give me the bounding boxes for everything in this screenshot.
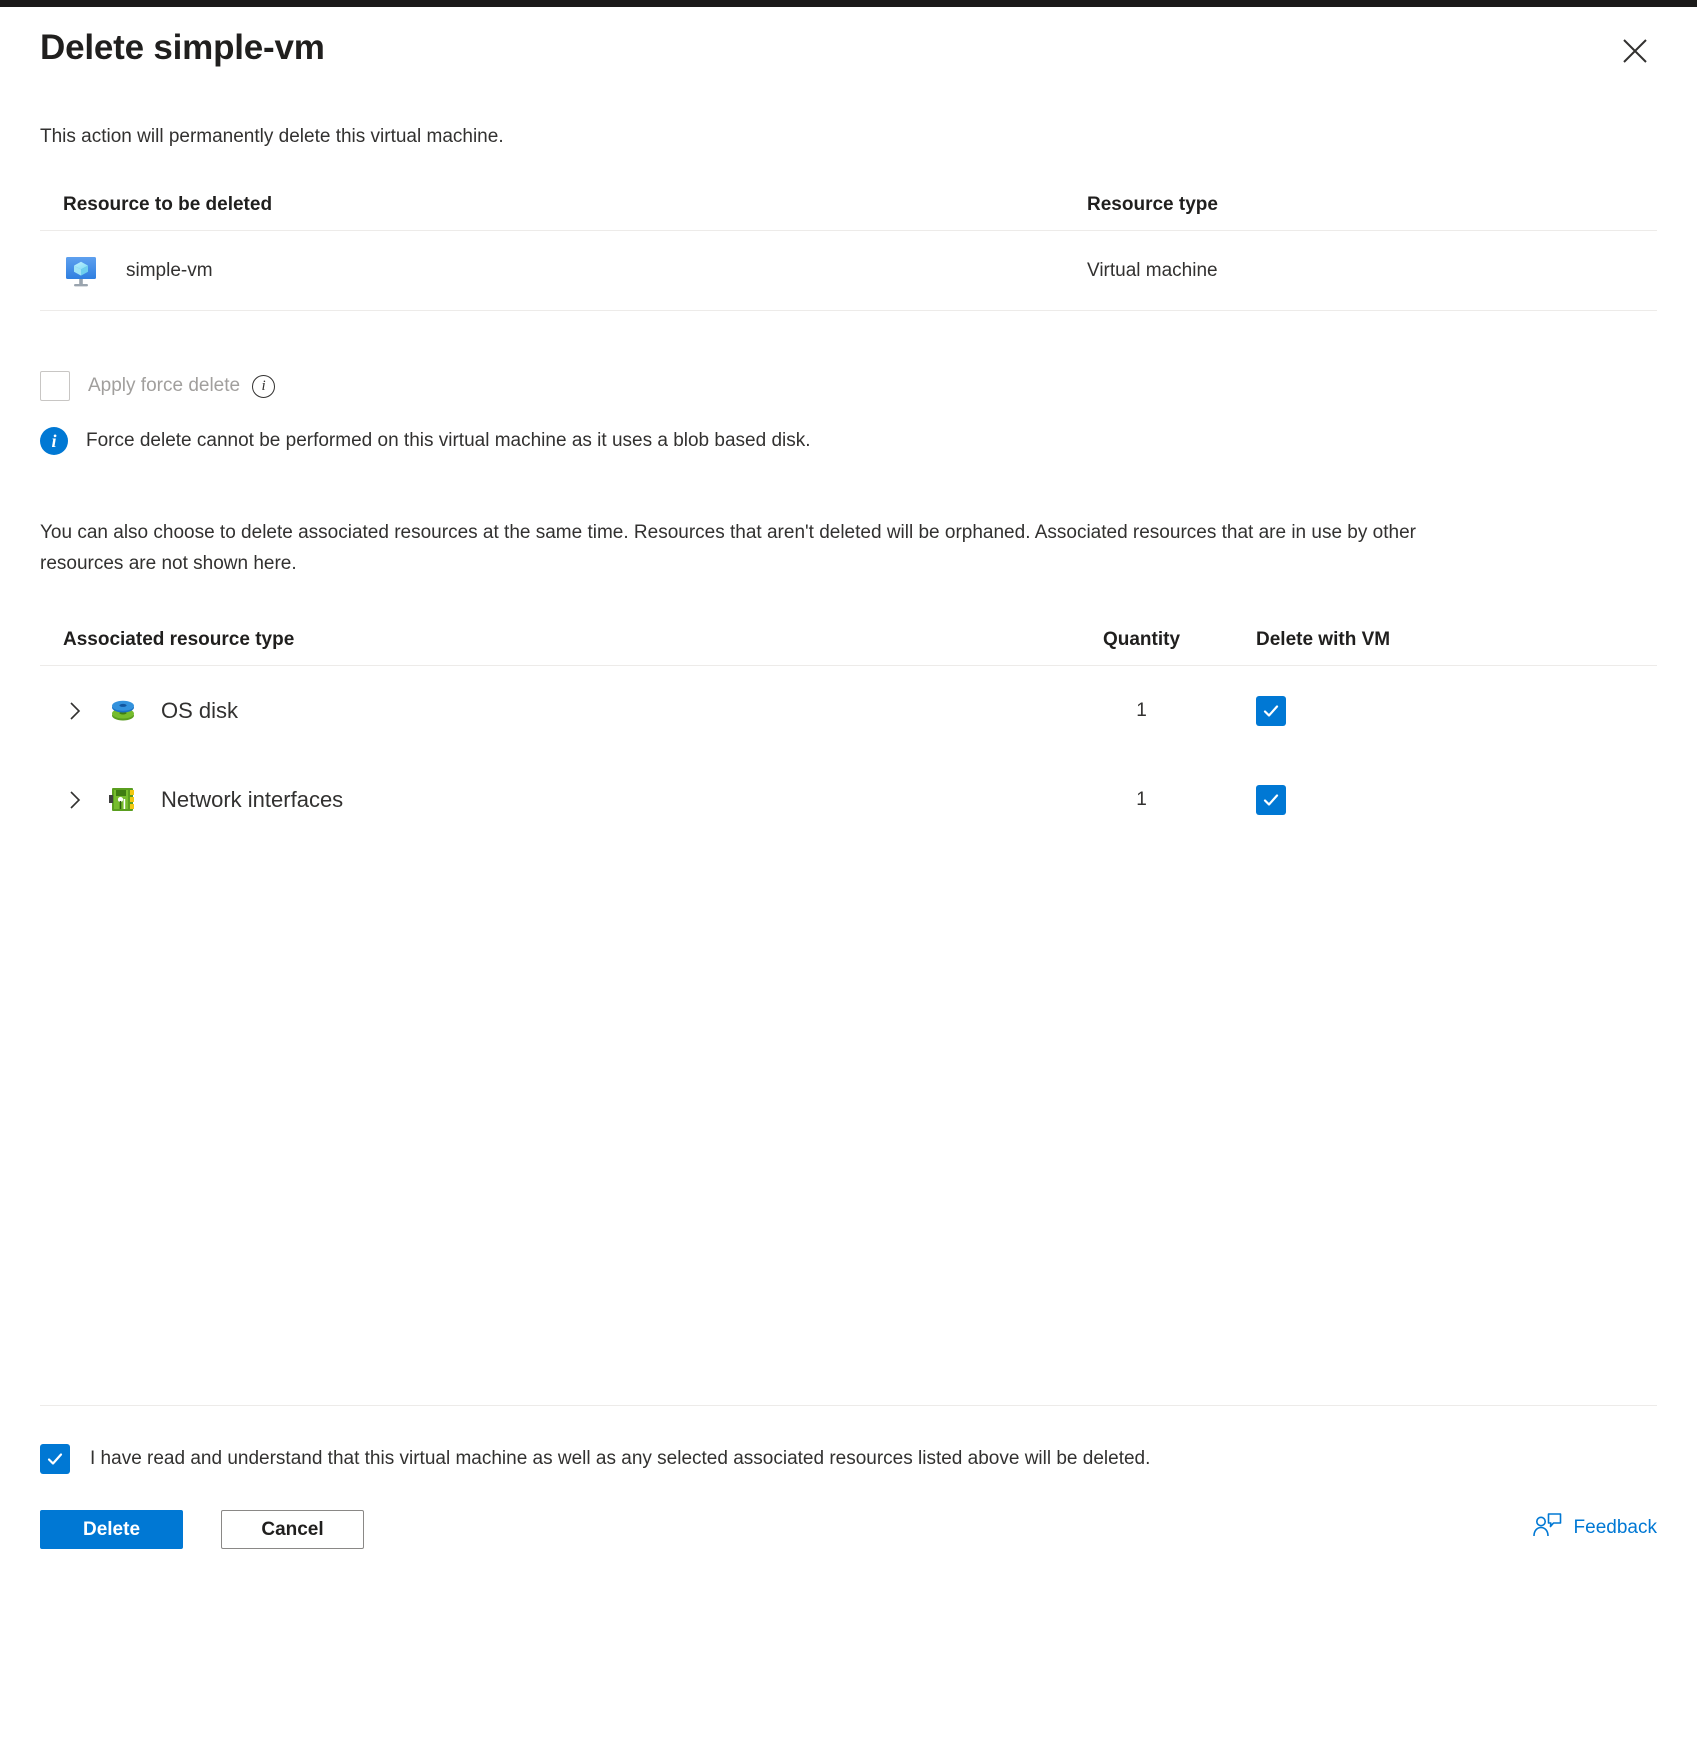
apply-force-delete-row: Apply force delete i xyxy=(40,371,1697,401)
associated-type-cell: OS disk xyxy=(40,693,1060,729)
acknowledgement-label: I have read and understand that this vir… xyxy=(90,1448,1151,1469)
delete-with-vm-cell xyxy=(1223,784,1657,815)
window-top-bar xyxy=(0,0,1697,7)
associated-type-label: Network interfaces xyxy=(161,786,344,812)
quantity-value: 1 xyxy=(1136,788,1147,810)
info-filled-icon: i xyxy=(40,427,68,455)
column-header-resource-type: Resource type xyxy=(1087,194,1218,215)
column-header-resource-name: Resource to be deleted xyxy=(63,194,273,215)
resource-name-cell: simple-vm xyxy=(40,253,1087,289)
column-header-delete-with-vm: Delete with VM xyxy=(1256,629,1391,650)
cancel-button[interactable]: Cancel xyxy=(221,1510,364,1549)
os-disk-icon xyxy=(105,693,141,729)
delete-with-vm-checkbox[interactable] xyxy=(1256,784,1286,815)
column-header-quantity: Quantity xyxy=(1102,629,1181,650)
table-header-row: Associated resource type Quantity Delete… xyxy=(40,629,1657,666)
table-row: simple-vm Virtual machine xyxy=(40,231,1657,311)
table-row: Network interfaces 1 xyxy=(40,755,1657,844)
dialog-actions: Delete Cancel xyxy=(40,1510,364,1549)
page-title: Delete simple-vm xyxy=(40,28,325,67)
info-outline-icon[interactable]: i xyxy=(252,374,276,398)
table-header-row: Resource to be deleted Resource type xyxy=(40,194,1657,231)
force-delete-info-text: Force delete cannot be performed on this… xyxy=(86,430,811,451)
chevron-right-icon[interactable] xyxy=(63,788,87,812)
column-header-associated-type: Associated resource type xyxy=(63,629,295,650)
virtual-machine-icon xyxy=(63,253,99,289)
associated-type-cell: Network interfaces xyxy=(40,782,1060,818)
apply-force-delete-label: Apply force delete xyxy=(88,375,241,396)
footer-divider xyxy=(40,1405,1657,1406)
delete-with-vm-cell xyxy=(1223,695,1657,726)
dialog-header: Delete simple-vm xyxy=(0,7,1697,102)
dialog-intro-text: This action will permanently delete this… xyxy=(40,126,504,147)
associated-resources-description: You can also choose to delete associated… xyxy=(40,522,1416,574)
table-row: OS disk 1 xyxy=(40,666,1657,755)
close-icon[interactable] xyxy=(1613,29,1657,73)
delete-with-vm-checkbox[interactable] xyxy=(1256,695,1286,726)
acknowledgement-row: I have read and understand that this vir… xyxy=(40,1444,1660,1474)
feedback-link[interactable]: Feedback xyxy=(1532,1512,1657,1543)
delete-vm-dialog: Delete simple-vm This action will perman… xyxy=(0,7,1697,1747)
resource-to-delete-table: Resource to be deleted Resource type sim… xyxy=(40,194,1657,311)
resource-name-value: simple-vm xyxy=(126,259,213,281)
delete-button[interactable]: Delete xyxy=(40,1510,183,1549)
feedback-person-icon xyxy=(1532,1512,1562,1543)
chevron-right-icon[interactable] xyxy=(63,699,87,723)
apply-force-delete-checkbox[interactable] xyxy=(40,371,70,401)
associated-resources-table: Associated resource type Quantity Delete… xyxy=(40,629,1657,844)
force-delete-info-message: i Force delete cannot be performed on th… xyxy=(40,427,1697,455)
quantity-value: 1 xyxy=(1136,699,1147,721)
feedback-label: Feedback xyxy=(1573,1516,1657,1538)
resource-type-value: Virtual machine xyxy=(1087,259,1218,281)
acknowledgement-checkbox[interactable] xyxy=(40,1444,70,1474)
network-interface-icon xyxy=(105,782,141,818)
associated-type-label: OS disk xyxy=(161,697,239,723)
